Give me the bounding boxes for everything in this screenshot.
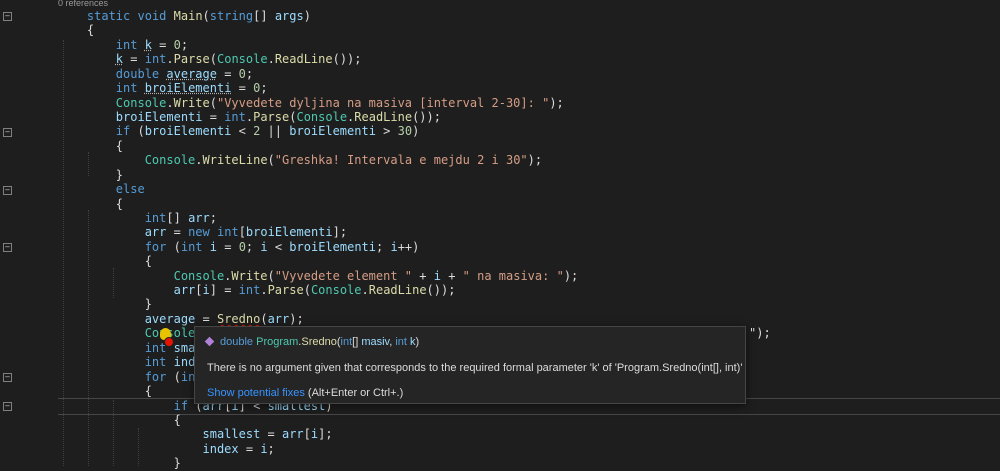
codelens-references[interactable]: 0 references bbox=[58, 0, 108, 8]
error-squiggle: Sredno bbox=[216, 312, 261, 326]
code-line: Console.Write("Vyvedete element " + i + … bbox=[173, 269, 579, 283]
show-potential-fixes-link[interactable]: Show potential fixes bbox=[207, 387, 305, 399]
code-line: else bbox=[115, 182, 145, 196]
fold-toggle-icon[interactable]: − bbox=[3, 373, 12, 382]
code-line: int k = 0; bbox=[115, 38, 189, 52]
code-line: } bbox=[173, 456, 181, 470]
code-line: int[] arr; bbox=[144, 211, 217, 225]
error-tooltip: double Program.Sredno(int[] masiv, int k… bbox=[194, 326, 746, 404]
code-line: for (int i = 0; i < broiElementi; i++) bbox=[144, 240, 420, 254]
fold-toggle-icon[interactable]: − bbox=[3, 12, 12, 21]
code-line: index = i; bbox=[202, 442, 275, 456]
error-icon bbox=[164, 337, 174, 347]
code-line: } bbox=[144, 297, 152, 311]
show-potential-fixes: Show potential fixes (Alt+Enter or Ctrl+… bbox=[207, 387, 403, 399]
code-line: { bbox=[144, 254, 152, 268]
code-line: static void Main(string[] args) bbox=[86, 9, 311, 23]
code-line: int broiElementi = 0; bbox=[115, 81, 268, 95]
code-line: broiElementi = int.Parse(Console.ReadLin… bbox=[115, 110, 441, 124]
fix-shortcut: (Alt+Enter or Ctrl+.) bbox=[304, 387, 404, 399]
code-line: arr = new int[broiElementi]; bbox=[144, 225, 348, 239]
code-line: average = Sredno(arr); bbox=[144, 312, 304, 326]
fold-toggle-icon[interactable]: − bbox=[3, 186, 12, 195]
code-line: { bbox=[115, 139, 124, 153]
code-line: Console.WriteLine("Greshka! Intervala e … bbox=[144, 153, 543, 167]
fold-toggle-icon[interactable]: − bbox=[3, 128, 12, 137]
code-line: } bbox=[115, 168, 124, 182]
method-signature: double Program.Sredno(int[] masiv, int k… bbox=[204, 336, 419, 348]
code-line: if (broiElementi < 2 || broiElementi > 3… bbox=[115, 124, 420, 138]
fold-toggle-icon[interactable]: − bbox=[3, 243, 12, 252]
code-line: k = int.Parse(Console.ReadLine()); bbox=[115, 52, 362, 66]
code-line: { bbox=[173, 413, 181, 427]
code-line: arr[i] = int.Parse(Console.ReadLine()); bbox=[173, 283, 456, 297]
code-line: Console.Write("Vyvedete dyljina na masiv… bbox=[115, 96, 564, 110]
code-line: { bbox=[115, 197, 124, 211]
editor-margin: − − − − − − bbox=[0, 0, 58, 466]
code-line: smallest = arr[i]; bbox=[202, 427, 333, 441]
method-icon bbox=[204, 336, 215, 347]
error-message: There is no argument given that correspo… bbox=[207, 362, 743, 374]
code-line: { bbox=[86, 23, 95, 37]
code-line: double average = 0; bbox=[115, 67, 254, 81]
fold-toggle-icon[interactable]: − bbox=[3, 402, 12, 411]
